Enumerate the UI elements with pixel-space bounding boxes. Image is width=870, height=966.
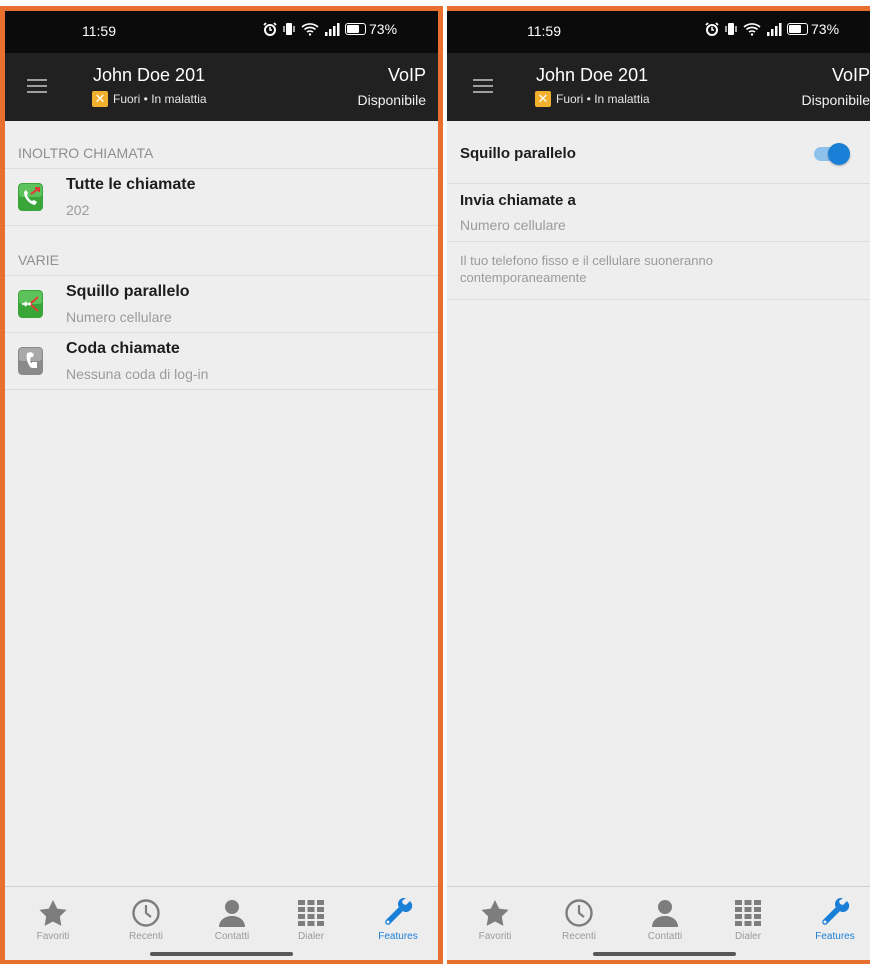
hamburger-menu-icon[interactable]	[27, 79, 47, 95]
nav-recent[interactable]: Recenti	[111, 897, 181, 942]
alarm-icon	[263, 22, 277, 36]
nav-features[interactable]: Features	[363, 897, 433, 942]
nav-dialer[interactable]: Dialer	[276, 897, 346, 942]
parallel-ring-label: Squillo parallelo	[460, 145, 576, 162]
app-header: John Doe 201 ✕ Fuori • In malattia VoIP …	[447, 53, 870, 121]
presence-away-icon: ✕	[92, 91, 108, 107]
hamburger-menu-icon[interactable]	[473, 79, 493, 95]
section-header-call-forward: INOLTRO CHIAMATA	[18, 145, 154, 161]
item-subtitle: Nessuna coda di log-in	[66, 366, 209, 382]
clock-icon	[111, 897, 181, 929]
signal-icon	[325, 22, 340, 36]
send-calls-to-title: Invia chiamate a	[460, 192, 576, 209]
nav-label: Contatti	[647, 931, 683, 942]
item-subtitle: 202	[66, 202, 90, 218]
section-header-misc: VARIE	[18, 252, 59, 268]
status-icons: 73%	[263, 21, 397, 37]
parallel-ring-description: Il tuo telefono fisso e il cellulare suo…	[460, 253, 713, 285]
vibrate-icon	[283, 23, 295, 35]
nav-features[interactable]: Features	[800, 897, 870, 942]
nav-label: Dialer	[734, 931, 762, 942]
battery-indicator: 73%	[345, 21, 397, 37]
line-type[interactable]: VoIP	[388, 65, 426, 86]
line-type[interactable]: VoIP	[832, 65, 870, 86]
parallel-ring-toggle-row[interactable]: Squillo parallelo	[447, 126, 870, 184]
battery-indicator: 73%	[787, 21, 839, 37]
user-name[interactable]: John Doe 201	[536, 65, 648, 86]
wifi-icon	[301, 23, 319, 36]
nav-label: Features	[815, 931, 855, 942]
status-icons: 73%	[705, 21, 839, 37]
nav-favorites[interactable]: Favoriti	[460, 897, 530, 942]
item-title: Squillo parallelo	[66, 283, 190, 300]
dialpad-icon	[713, 897, 783, 929]
presence-status[interactable]: ✕ Fuori • In malattia	[92, 91, 207, 107]
wrench-icon	[363, 897, 433, 929]
status-time: 11:59	[82, 23, 116, 39]
item-title: Tutte le chiamate	[66, 176, 196, 193]
presence-label: Fuori • In malattia	[556, 92, 650, 106]
user-name[interactable]: John Doe 201	[93, 65, 205, 86]
presence-status[interactable]: ✕ Fuori • In malattia	[535, 91, 650, 107]
status-bar: 11:59 73%	[5, 11, 438, 53]
bottom-navigation: Favoriti Recenti Contatti Dialer Feature…	[5, 886, 438, 960]
bottom-navigation: Favoriti Recenti Contatti Dialer Feature…	[447, 886, 870, 960]
wifi-icon	[743, 23, 761, 36]
nav-label: Recenti	[562, 931, 596, 942]
battery-icon	[345, 23, 366, 35]
nav-contacts[interactable]: Contatti	[630, 897, 700, 942]
status-time: 11:59	[527, 23, 561, 39]
nav-label: Recenti	[129, 931, 163, 942]
battery-fill	[789, 25, 801, 33]
home-indicator[interactable]	[593, 952, 736, 956]
battery-fill	[347, 25, 359, 33]
list-item-parallel-ring[interactable]: Squillo parallelo Numero cellulare	[5, 275, 438, 333]
dialpad-icon	[276, 897, 346, 929]
status-bar: 11:59 73%	[447, 11, 870, 53]
item-title: Coda chiamate	[66, 340, 180, 357]
nav-label: Contatti	[214, 931, 250, 942]
app-header: John Doe 201 ✕ Fuori • In malattia VoIP …	[5, 53, 438, 121]
nav-label: Features	[378, 931, 418, 942]
person-icon	[197, 897, 267, 929]
signal-icon	[767, 22, 782, 36]
wrench-icon	[800, 897, 870, 929]
star-icon	[18, 897, 88, 929]
line-availability: Disponibile	[801, 92, 870, 108]
battery-percent: 73%	[369, 21, 398, 37]
call-forward-icon	[18, 183, 43, 211]
nav-label: Favoriti	[478, 931, 512, 942]
description-row: Il tuo telefono fisso e il cellulare suo…	[447, 242, 870, 300]
nav-label: Favoriti	[36, 931, 70, 942]
star-icon	[460, 897, 530, 929]
list-item-call-queue[interactable]: Coda chiamate Nessuna coda di log-in	[5, 332, 438, 390]
left-phone-screen: 11:59 73% John Doe 201 ✕ Fuori • In mala…	[0, 6, 443, 964]
call-queue-icon	[18, 347, 43, 375]
nav-label: Dialer	[297, 931, 325, 942]
presence-label: Fuori • In malattia	[113, 92, 207, 106]
toggle-thumb	[828, 143, 850, 165]
send-calls-to-row[interactable]: Invia chiamate a Numero cellulare	[447, 184, 870, 242]
item-subtitle: Numero cellulare	[66, 309, 172, 325]
nav-contacts[interactable]: Contatti	[197, 897, 267, 942]
nav-dialer[interactable]: Dialer	[713, 897, 783, 942]
presence-away-icon: ✕	[535, 91, 551, 107]
battery-percent: 73%	[811, 21, 840, 37]
nav-favorites[interactable]: Favoriti	[18, 897, 88, 942]
right-phone-screen: 11:59 73% John Doe 201 ✕ Fuori • In mala…	[447, 6, 870, 964]
list-item-call-forward[interactable]: Tutte le chiamate 202	[5, 168, 438, 226]
parallel-ring-toggle[interactable]	[814, 143, 850, 165]
person-icon	[630, 897, 700, 929]
alarm-icon	[705, 22, 719, 36]
battery-icon	[787, 23, 808, 35]
home-indicator[interactable]	[150, 952, 293, 956]
nav-recent[interactable]: Recenti	[544, 897, 614, 942]
clock-icon	[544, 897, 614, 929]
vibrate-icon	[725, 23, 737, 35]
send-calls-to-value: Numero cellulare	[460, 217, 566, 233]
line-availability: Disponibile	[357, 92, 426, 108]
parallel-ring-icon	[18, 290, 43, 318]
